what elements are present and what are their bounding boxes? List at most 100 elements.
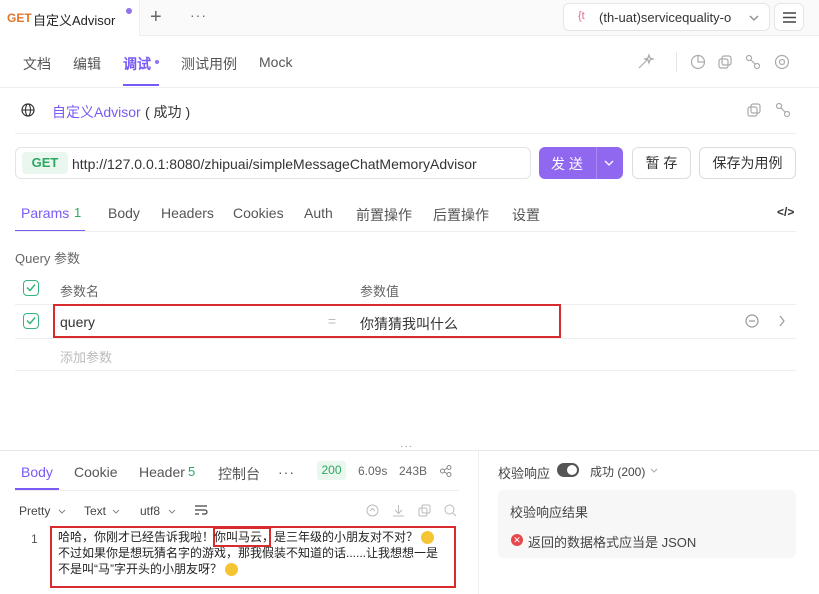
tab-settings[interactable]: 设置 — [512, 205, 540, 225]
line-number: 1 — [31, 532, 38, 546]
magic-icon[interactable] — [636, 53, 654, 71]
validate-label: 校验响应 — [498, 466, 551, 481]
equals-sign: = — [328, 313, 337, 329]
unsaved-dot — [126, 8, 132, 14]
remove-icon[interactable] — [745, 314, 759, 328]
tab-docs[interactable]: 文档 — [23, 54, 51, 74]
save-button[interactable]: 暂 存 — [632, 147, 691, 179]
title-divider — [15, 133, 796, 134]
col-param-name: 参数名 — [60, 284, 100, 299]
settings-icon[interactable] — [774, 54, 790, 70]
env-icon: {t — [578, 10, 585, 22]
tab-method: GET — [7, 11, 32, 25]
chevron-down-icon[interactable] — [604, 159, 614, 167]
url-bar[interactable]: GET http://127.0.0.1:8080/zhipuai/simple… — [15, 147, 531, 179]
globe-icon — [21, 103, 35, 117]
param-name-input[interactable]: query — [60, 314, 95, 330]
tab-auth[interactable]: Auth — [304, 205, 333, 221]
search-icon[interactable] — [444, 504, 457, 517]
tab-debug[interactable]: 调试 — [123, 54, 151, 74]
validate-toggle[interactable] — [557, 463, 579, 477]
resp-tab-body[interactable]: Body — [21, 464, 53, 480]
chart-icon[interactable] — [690, 54, 706, 70]
request-tab[interactable]: GET 自定义Advisor — [0, 0, 140, 36]
format-pretty[interactable]: Pretty — [19, 504, 50, 518]
response-line-3: 不是叫“马”字开头的小朋友呀？ — [58, 561, 450, 577]
tab-cookies[interactable]: Cookies — [233, 205, 284, 221]
request-name[interactable]: 自定义Advisor — [52, 102, 141, 122]
chevron-down-icon[interactable] — [650, 468, 658, 474]
share-icon[interactable] — [440, 465, 452, 477]
chevron-down-icon — [749, 15, 759, 21]
code-icon[interactable]: </> — [777, 205, 794, 219]
check-icon — [26, 284, 36, 292]
chevron-right-icon[interactable] — [778, 315, 786, 327]
format-charset[interactable]: utf8 — [140, 504, 160, 518]
environment-select[interactable]: {t (th-uat)servicequality-o — [563, 3, 770, 31]
row-checkbox[interactable] — [23, 313, 39, 329]
drag-handle-icon[interactable]: ··· — [400, 441, 413, 452]
resp-tab-cookie[interactable]: Cookie — [74, 464, 118, 480]
divider — [676, 52, 677, 72]
active-tab-underline — [123, 84, 159, 86]
validation-result-panel: 校验响应结果 ✕ 返回的数据格式应当是 JSON — [498, 490, 796, 558]
param-value-input[interactable]: 你猜猜我叫什么 — [360, 314, 458, 334]
row-divider — [15, 338, 796, 339]
share-icon[interactable] — [745, 54, 761, 70]
response-body[interactable]: 哈哈，你刚才已经告诉我啦！你叫马云，是三年级的小朋友对不对？ 不过如果你是想玩猜… — [58, 529, 450, 577]
validation-title: 校验响应结果 — [510, 505, 589, 520]
send-label: 发 送 — [551, 156, 583, 172]
resp-tab-console[interactable]: 控制台 — [218, 464, 260, 484]
status-code-badge: 200 — [317, 461, 346, 480]
chevron-down-icon[interactable] — [168, 509, 176, 515]
tab-title: 自定义Advisor — [33, 13, 116, 28]
vertical-divider — [478, 451, 479, 594]
download-icon[interactable] — [392, 504, 405, 517]
highlight-box-param — [53, 304, 561, 338]
req-tabs-divider — [15, 231, 796, 232]
tab-params[interactable]: Params — [21, 205, 69, 221]
menu-button[interactable] — [774, 3, 804, 31]
tab-pre-ops[interactable]: 前置操作 — [356, 205, 412, 225]
smile-emoji-icon — [421, 531, 435, 545]
tab-mock[interactable]: Mock — [259, 54, 292, 70]
save-as-case-button[interactable]: 保存为用例 — [699, 147, 796, 179]
select-all-checkbox[interactable] — [23, 280, 39, 296]
share-request-icon[interactable] — [775, 102, 791, 118]
chevron-down-icon[interactable] — [58, 509, 66, 515]
params-count: 1 — [74, 205, 82, 220]
response-size: 243B — [399, 464, 428, 478]
col-param-value: 参数值 — [360, 284, 400, 299]
debug-dot — [155, 60, 159, 64]
tab-post-ops[interactable]: 后置操作 — [433, 205, 489, 225]
hamburger-icon — [783, 12, 796, 23]
add-param-input[interactable]: 添加参数 — [60, 347, 112, 366]
copy-request-icon[interactable] — [746, 102, 762, 118]
url-input[interactable]: http://127.0.0.1:8080/zhipuai/simpleMess… — [72, 156, 477, 172]
response-text-a: 哈哈，你刚才已经告诉我啦！ — [58, 530, 215, 544]
tab-test-cases[interactable]: 测试用例 — [181, 54, 237, 74]
format-text[interactable]: Text — [84, 504, 106, 518]
send-button[interactable]: 发 送 — [539, 147, 623, 179]
resp-tab-header[interactable]: Header — [139, 464, 185, 480]
tab-edit[interactable]: 编辑 — [73, 54, 101, 74]
response-text-highlight: 你叫马云， — [214, 530, 275, 544]
plus-icon[interactable]: + — [150, 6, 162, 29]
chevron-down-icon[interactable] — [112, 509, 120, 515]
more-icon[interactable]: ··· — [190, 7, 207, 23]
tab-body[interactable]: Body — [108, 205, 140, 221]
request-status: ( 成功 ) — [145, 104, 191, 120]
response-line-1: 哈哈，你刚才已经告诉我啦！你叫马云，是三年级的小朋友对不对？ — [58, 529, 450, 545]
validate-status[interactable]: 成功 (200) — [590, 463, 645, 480]
tab-headers[interactable]: Headers — [161, 205, 214, 221]
method-badge[interactable]: GET — [22, 152, 68, 174]
send-split — [596, 147, 597, 179]
scroll-top-icon[interactable] — [366, 504, 379, 517]
header-count: 5 — [188, 464, 196, 479]
wrap-icon[interactable] — [194, 504, 208, 516]
copy-icon[interactable] — [418, 504, 431, 517]
resp-more-icon[interactable]: ··· — [278, 464, 295, 480]
response-text-c: 不是叫“马”字开头的小朋友呀？ — [58, 562, 222, 576]
thinking-emoji-icon — [225, 563, 239, 577]
copy-icon[interactable] — [717, 54, 733, 70]
